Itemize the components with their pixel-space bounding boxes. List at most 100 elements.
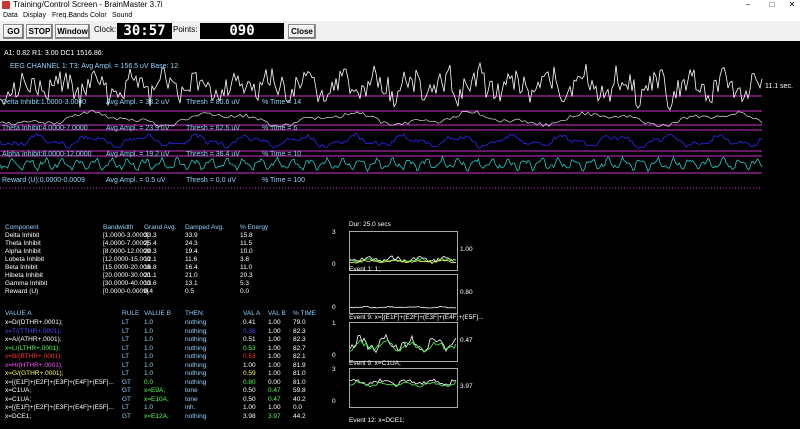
events-header-cell: RULE — [122, 310, 140, 317]
components-cell: 16.4 — [185, 264, 198, 271]
components-header-cell: Damped Avg. — [185, 224, 224, 231]
event-cell-then: nothing — [185, 412, 207, 420]
minimize-icon[interactable]: – — [738, 0, 758, 10]
menu-color[interactable]: Color — [90, 10, 107, 21]
event-cell-then: nothing — [185, 361, 207, 369]
menu-data[interactable]: Data — [3, 10, 18, 21]
event-cell-vb: 1.00 — [268, 336, 281, 343]
status-line: A1: 0.82 R1: 3.00 DC1 1516.86: — [4, 50, 104, 57]
maximize-icon[interactable]: □ — [762, 0, 782, 10]
mini-chart — [349, 368, 458, 408]
mini-axis-bottom: 0 — [332, 261, 336, 268]
event-cell-a: x=T/(TTHR+.0001); — [5, 327, 62, 335]
event-cell-pct: 81.0 — [293, 370, 306, 377]
event-cell-b: 1.0 — [144, 319, 154, 326]
theta-wave — [0, 132, 763, 150]
theta-pct: % Time = 6 — [262, 125, 298, 132]
mini-value: 3.97 — [460, 383, 473, 390]
clock-display: 30:57 — [117, 23, 172, 39]
event-cell-then: nothing — [185, 319, 207, 326]
components-cell: Delta Inhibit — [5, 232, 40, 239]
event-cell-pct: 81.0 — [293, 378, 306, 386]
components-cell: 20.3 — [240, 272, 253, 279]
event-cell-pct: 40.2 — [293, 395, 306, 403]
go-button[interactable]: GO — [3, 24, 24, 39]
components-cell: 21.1 — [144, 272, 157, 279]
theta-avg: Avg Ampl. = 23.9 uV — [106, 125, 170, 132]
alpha-thresh: Thresh = 36.4 uV — [186, 151, 240, 158]
event-cell-then: tone — [185, 395, 198, 403]
components-cell: 33.3 — [144, 232, 157, 239]
reward-thresh: Thresh = 0.0 uV — [186, 177, 237, 184]
event-cell-rule: GT — [122, 395, 132, 403]
menu-freq-bands[interactable]: Freq.Bands — [52, 10, 88, 21]
components-cell: Beta Inhibit — [5, 264, 38, 271]
event-cell-a: x=L/(LTHR+.0001); — [5, 344, 61, 352]
title-bar: Training/Control Screen - BrainMaster 3.… — [0, 0, 800, 10]
event-cell-a: x=[(E1F]+(E2F]+(E3F]+(E4F]+(E5F]... — [5, 378, 114, 386]
components-cell: Lobeta Inhibit — [5, 256, 45, 263]
components-header-cell: % Energy — [240, 224, 269, 231]
last-event-label: Event 12: x=DCE1; — [349, 417, 405, 424]
events-header-cell: VAL A — [243, 310, 261, 317]
event-cell-va: 1.00 — [243, 404, 256, 411]
events-header-cell: VAL B — [268, 310, 286, 317]
clock-label: Clock: — [94, 25, 117, 34]
alpha-avg: Avg Ampl. = 19.2 uV — [106, 151, 170, 158]
components-cell: 25.4 — [144, 240, 157, 247]
event-cell-a: x=C1UA; — [5, 395, 32, 403]
event-cell-pct: 59.8 — [293, 387, 306, 394]
event-cell-then: nothing — [185, 344, 207, 352]
components-cell: 11.6 — [185, 256, 198, 263]
event-cell-b: 1.0 — [144, 404, 154, 411]
components-cell: Reward (U) — [5, 288, 39, 295]
event-cell-rule: LT — [122, 344, 130, 352]
components-cell: [0.0000-0.0009] — [103, 288, 149, 295]
event-cell-vb: 1.00 — [268, 327, 281, 335]
events-header-cell: VALUE A — [5, 310, 32, 317]
close-icon[interactable]: ✕ — [782, 0, 800, 10]
event-cell-rule: LT — [122, 361, 130, 369]
event-cell-va: 0.53 — [243, 353, 256, 360]
mini-chart-plot — [349, 305, 457, 309]
event-cell-b: 1.0 — [144, 327, 154, 335]
components-header-cell: Component — [5, 224, 39, 231]
components-cell: Alpha Inhibit — [5, 248, 41, 255]
delta-band-name: Delta Inhibit:1.0000-3.0000 — [2, 99, 87, 106]
close-button[interactable]: Close — [288, 24, 316, 39]
stop-button[interactable]: STOP — [26, 24, 53, 39]
event-cell-va: 0.59 — [243, 370, 256, 377]
event-cell-rule: LT — [122, 404, 130, 411]
event-cell-b: 0.0 — [144, 378, 154, 386]
event-cell-rule: LT — [122, 327, 130, 335]
mini-chart-line — [349, 305, 457, 309]
event-cell-pct: 82.3 — [293, 336, 306, 343]
mini-axis-bottom: 0 — [332, 398, 336, 405]
mini-chart — [349, 322, 458, 362]
event-cell-b: x=E10A; — [144, 395, 169, 403]
event-cell-vb: 1.00 — [268, 361, 281, 369]
app-icon — [2, 1, 10, 9]
reward-avg: Avg Ampl. = 0.5 uV — [106, 177, 166, 184]
mini-axis-top: 3 — [332, 229, 336, 236]
event-cell-va: 0.51 — [243, 336, 256, 343]
menu-display[interactable]: Display — [23, 10, 46, 21]
mini-chart-line — [349, 380, 457, 388]
event-cell-vb: 1.00 — [268, 353, 281, 360]
event-cell-then: nothing — [185, 336, 207, 343]
events-header-cell: % TIME — [293, 310, 316, 317]
menu-sound[interactable]: Sound — [112, 10, 132, 21]
window-button[interactable]: Window — [55, 24, 90, 39]
points-label: Points: — [173, 25, 198, 34]
event-cell-rule: LT — [122, 353, 130, 360]
stats-panel: Component Bandwidth Grand Avg. Damped Avg.%… — [0, 196, 800, 429]
event-cell-vb: 0.47 — [268, 387, 281, 394]
delta-avg: Avg Ampl. = 33.2 uV — [106, 99, 170, 106]
event-cell-va: 0.50 — [243, 395, 256, 403]
components-cell: 19.4 — [185, 248, 198, 255]
delta-pct: % Time = 14 — [262, 99, 302, 106]
components-cell: 0.0 — [240, 288, 250, 295]
mini-value: 1.00 — [460, 246, 473, 253]
event-cell-pct: 79.0 — [293, 319, 306, 326]
event-cell-a: x=D/(DTHR+.0001); — [5, 319, 63, 326]
